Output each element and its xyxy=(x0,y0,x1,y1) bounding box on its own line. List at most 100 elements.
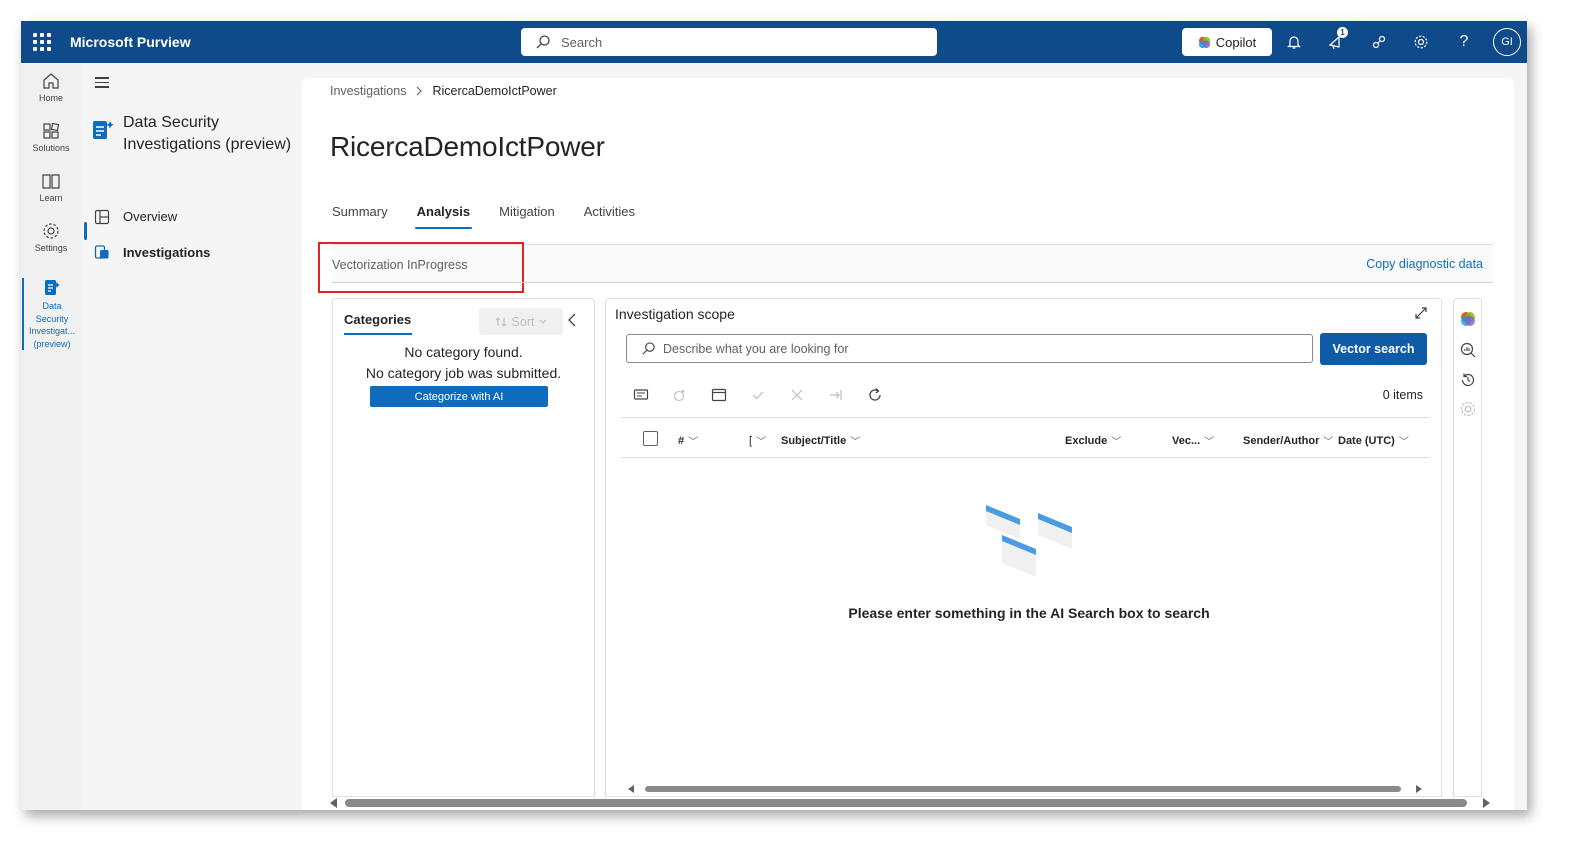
scope-title: Investigation scope xyxy=(615,306,735,322)
side-tools-rail xyxy=(1453,298,1482,797)
rail-item-home[interactable]: Home xyxy=(21,71,81,103)
copilot-icon xyxy=(1198,36,1210,48)
chevron-down-icon: ﹀ xyxy=(756,437,767,448)
move-to-icon xyxy=(827,386,845,404)
hamburger-menu-icon[interactable] xyxy=(95,77,109,91)
avatar[interactable]: GI xyxy=(1493,28,1521,56)
nav-link-investigations[interactable]: Investigations xyxy=(123,245,210,260)
breadcrumb-current: RicercaDemoIctPower xyxy=(432,84,557,98)
breadcrumb-parent[interactable]: Investigations xyxy=(330,84,406,98)
empty-state-illustration xyxy=(986,505,1072,577)
dismiss-icon xyxy=(788,386,806,404)
sort-button[interactable]: Sort xyxy=(479,308,563,335)
search-icon xyxy=(642,342,655,355)
empty-state-message: Please enter something in the AI Search … xyxy=(848,605,1210,621)
items-count: 0 items xyxy=(1382,388,1423,402)
describe-placeholder: Describe what you are looking for xyxy=(663,341,849,356)
column-bracket[interactable]: [﹀ xyxy=(749,433,767,449)
help-icon[interactable]: ? xyxy=(1454,32,1474,52)
column-date-label: Date (UTC) xyxy=(1338,434,1395,447)
page-title: RicercaDemoIctPower xyxy=(330,131,605,162)
expand-icon[interactable] xyxy=(1413,305,1429,321)
tab-summary[interactable]: Summary xyxy=(332,204,388,229)
rail-label-settings: Settings xyxy=(34,243,68,253)
rail-item-learn[interactable]: Learn xyxy=(21,171,81,203)
connections-icon[interactable] xyxy=(1369,32,1389,52)
copilot-label: Copilot xyxy=(1215,34,1257,50)
column-exclude-label: Exclude xyxy=(1065,434,1108,447)
data-security-investigations-icon xyxy=(93,121,114,139)
highlight-box xyxy=(318,242,524,293)
search-placeholder: Search xyxy=(561,34,603,50)
categories-tab[interactable]: Categories xyxy=(344,312,413,335)
search-chart-icon[interactable] xyxy=(1459,341,1477,359)
chevron-down-icon xyxy=(540,319,547,324)
rail-active-label-line2: Security xyxy=(35,313,69,324)
rail-label-home: Home xyxy=(38,93,63,103)
sort-label: Sort xyxy=(511,314,535,329)
column-subject-title[interactable]: Subject/Title ﹀ xyxy=(781,433,860,449)
overview-icon xyxy=(94,209,110,225)
copilot-button[interactable]: Copilot xyxy=(1182,28,1272,56)
column-date[interactable]: Date (UTC) ﹀ xyxy=(1338,433,1409,449)
copilot-icon[interactable] xyxy=(1459,310,1477,328)
column-vec[interactable]: Vec... ﹀ xyxy=(1172,433,1214,449)
top-bar: Microsoft Purview Search Copilot 1 ? GI xyxy=(21,21,1527,63)
rail-item-settings[interactable]: Settings xyxy=(21,221,81,253)
rail-active-label-line1: Data xyxy=(42,301,62,311)
chevron-down-icon: ﹀ xyxy=(688,437,699,448)
document-details-icon[interactable] xyxy=(632,386,650,404)
column-sender-author[interactable]: Sender/Author ﹀ xyxy=(1243,433,1333,449)
rail-active-label-line4: (preview) xyxy=(33,338,71,349)
chevron-right-icon xyxy=(417,86,423,96)
investigations-icon xyxy=(94,245,109,259)
sort-icon xyxy=(495,316,506,327)
categorize-with-ai-button[interactable]: Categorize with AI xyxy=(370,386,548,407)
window-icon[interactable] xyxy=(710,386,728,404)
secondary-nav: Data Security Investigations (preview) O… xyxy=(81,63,301,810)
select-all-checkbox[interactable] xyxy=(643,431,658,446)
megaphone-icon[interactable]: 1 xyxy=(1326,27,1348,52)
tab-mitigation[interactable]: Mitigation xyxy=(499,204,555,229)
settings-gear-icon[interactable] xyxy=(1411,32,1431,52)
nav-link-overview[interactable]: Overview xyxy=(123,209,177,224)
rail-label-solutions: Solutions xyxy=(32,143,70,153)
global-search-input[interactable]: Search xyxy=(521,28,937,56)
copy-diagnostic-link[interactable]: Copy diagnostic data xyxy=(1366,257,1483,271)
history-icon[interactable] xyxy=(1459,371,1477,389)
tab-analysis[interactable]: Analysis xyxy=(414,204,473,229)
app-launcher-icon[interactable] xyxy=(33,33,51,51)
tab-activities[interactable]: Activities xyxy=(584,204,635,229)
vector-search-button[interactable]: Vector search xyxy=(1320,333,1427,365)
chevron-down-icon: ﹀ xyxy=(1111,437,1122,448)
column-vec-label: Vec... xyxy=(1172,434,1201,447)
column-subject-label: Subject/Title xyxy=(781,434,847,447)
tab-bar: Summary Analysis Mitigation Activities xyxy=(332,204,664,229)
grid-header: # ﹀ [﹀ Subject/Title ﹀ Exclude ﹀ Vec... ﹀ Se… xyxy=(621,430,1430,452)
rail-item-solutions[interactable]: Solutions xyxy=(21,121,81,153)
settings-icon xyxy=(1460,401,1476,417)
brand-title[interactable]: Microsoft Purview xyxy=(70,34,191,50)
categories-panel: Categories Sort No category found. No ca… xyxy=(332,298,595,797)
status-bar: Vectorization InProgress Copy diagnostic… xyxy=(318,242,1493,293)
checkmark-icon xyxy=(749,386,767,404)
breadcrumb: Investigations RicercaDemoIctPower xyxy=(330,84,557,98)
status-divider xyxy=(332,282,1493,283)
chevron-down-icon: ﹀ xyxy=(1398,437,1409,448)
main-content: Investigations RicercaDemoIctPower Ricer… xyxy=(302,78,1514,810)
bell-icon[interactable] xyxy=(1284,32,1304,52)
rail-active-label-line3: Investigat... xyxy=(28,326,76,336)
book-icon xyxy=(42,174,60,189)
column-bracket-label: [ xyxy=(749,434,753,447)
rail-item-data-security-investigations[interactable]: Data Security Investigat... (preview) xyxy=(22,278,80,350)
refresh-icon[interactable] xyxy=(866,386,884,404)
column-number-label: # xyxy=(678,434,685,447)
page-horizontal-scrollbar[interactable] xyxy=(330,797,1490,809)
column-exclude[interactable]: Exclude ﹀ xyxy=(1065,433,1122,449)
grid-divider xyxy=(621,457,1430,458)
collapse-panel-icon[interactable] xyxy=(567,313,577,330)
describe-search-input[interactable]: Describe what you are looking for xyxy=(626,334,1313,363)
rail-label-learn: Learn xyxy=(39,193,63,203)
column-number[interactable]: # ﹀ xyxy=(678,433,699,449)
horizontal-scrollbar[interactable] xyxy=(628,785,1422,793)
